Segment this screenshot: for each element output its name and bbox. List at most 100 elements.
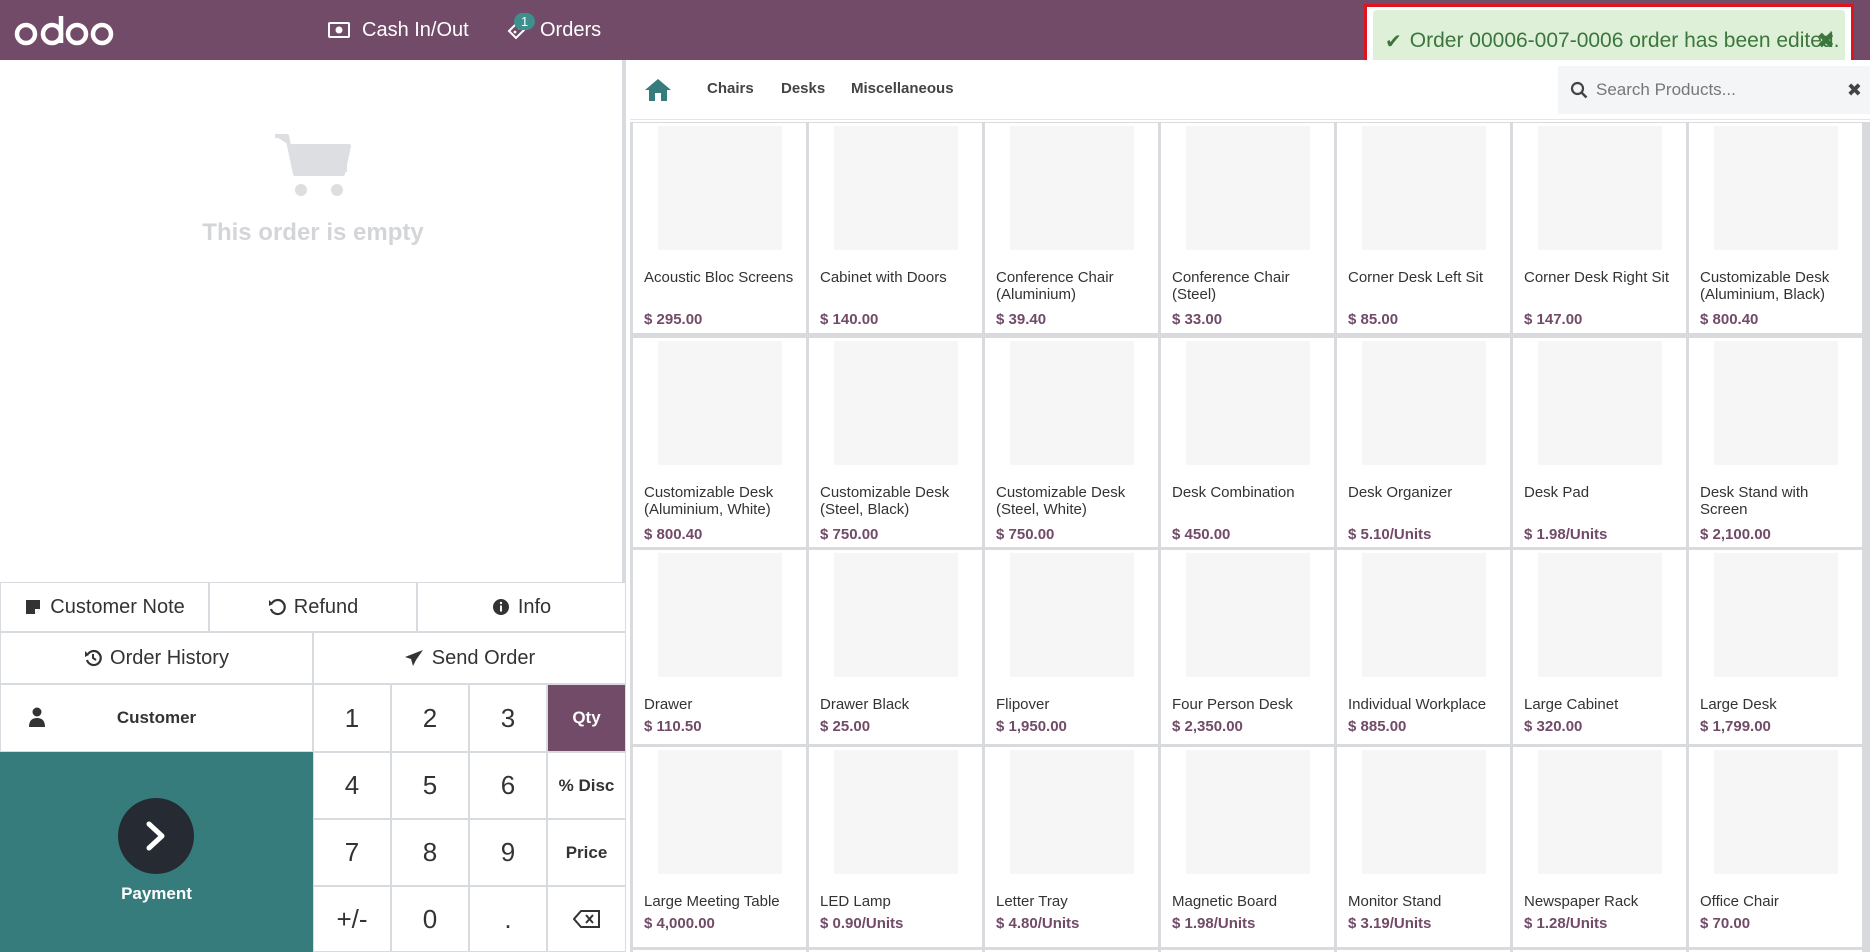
numpad-backspace[interactable] (547, 886, 626, 952)
product-card[interactable]: Four Person Desk $ 2,350.00 (1161, 550, 1334, 744)
paper-plane-icon (404, 650, 423, 666)
product-image (1714, 126, 1838, 250)
numpad-key-9[interactable]: 9 (469, 819, 547, 886)
product-image (1362, 341, 1486, 465)
product-card[interactable]: Acoustic Bloc Screens $ 295.00 (633, 123, 806, 333)
product-card[interactable]: Conference Chair (Steel) $ 33.00 (1161, 123, 1334, 333)
numpad-key-5[interactable]: 5 (391, 752, 469, 819)
product-price: $ 25.00 (820, 718, 871, 735)
product-image (834, 553, 958, 677)
numpad-disc-mode[interactable]: % Disc (547, 752, 626, 819)
order-history-button[interactable]: Order History (0, 632, 313, 684)
numpad-key-4[interactable]: 4 (313, 752, 391, 819)
check-icon: ✔ (1385, 30, 1402, 53)
numpad-key-2[interactable]: 2 (391, 684, 469, 752)
product-card[interactable]: Desk Combination $ 450.00 (1161, 338, 1334, 547)
product-image (658, 553, 782, 677)
product-price: $ 1,950.00 (996, 718, 1067, 735)
clear-search-icon[interactable]: ✖ (1847, 80, 1862, 101)
numpad-key-1[interactable]: 1 (313, 684, 391, 752)
note-icon (26, 600, 41, 614)
product-card[interactable]: Office Chair $ 70.00 (1689, 747, 1862, 947)
product-price: $ 295.00 (644, 311, 703, 328)
product-card[interactable]: Customizable Desk (Steel, White) $ 750.00 (985, 338, 1158, 547)
history-icon (85, 649, 102, 667)
product-card[interactable]: LED Lamp $ 0.90/Units (809, 747, 982, 947)
product-price: $ 2,350.00 (1172, 718, 1243, 735)
product-image (1010, 126, 1134, 250)
product-card[interactable]: Drawer $ 110.50 (633, 550, 806, 744)
product-price: $ 5.10/Units (1348, 526, 1432, 543)
undo-icon (268, 598, 286, 616)
cash-in-out-label: Cash In/Out (362, 18, 469, 41)
category-chairs[interactable]: Chairs (707, 80, 754, 97)
product-card[interactable]: Customizable Desk (Steel, Black) $ 750.00 (809, 338, 982, 547)
product-card[interactable]: Large Meeting Table $ 4,000.00 (633, 747, 806, 947)
product-card[interactable]: Flipover $ 1,950.00 (985, 550, 1158, 744)
product-name: Drawer Black (820, 696, 910, 713)
customer-note-button[interactable]: Customer Note (0, 582, 209, 632)
numpad-key-7[interactable]: 7 (313, 819, 391, 886)
close-icon[interactable]: ✖ (1817, 28, 1835, 54)
numpad-key-0[interactable]: 0 (391, 886, 469, 952)
money-icon (328, 22, 350, 38)
product-card[interactable]: Desk Organizer $ 5.10/Units (1337, 338, 1510, 547)
numpad-key-plus-minus[interactable]: +/- (313, 886, 391, 952)
product-card[interactable]: Customizable Desk (Aluminium, White) $ 80… (633, 338, 806, 547)
product-name: Desk Organizer (1348, 484, 1453, 501)
cash-in-out-button[interactable]: Cash In/Out (328, 0, 469, 60)
product-name: Four Person Desk (1172, 696, 1293, 713)
product-name: Office Chair (1700, 893, 1779, 910)
product-card[interactable]: Newspaper Rack $ 1.28/Units (1513, 747, 1686, 947)
product-card[interactable]: Conference Chair (Aluminium) $ 39.40 (985, 123, 1158, 333)
product-card[interactable]: Desk Pad $ 1.98/Units (1513, 338, 1686, 547)
product-card[interactable]: Monitor Stand $ 3.19/Units (1337, 747, 1510, 947)
customer-button[interactable]: Customer (0, 684, 313, 752)
product-card[interactable]: Desk Stand with Screen $ 2,100.00 (1689, 338, 1862, 547)
product-price: $ 39.40 (996, 311, 1047, 328)
product-price: $ 147.00 (1524, 311, 1583, 328)
product-image (658, 341, 782, 465)
product-card[interactable]: Individual Workplace $ 885.00 (1337, 550, 1510, 744)
info-button[interactable]: Info (417, 582, 626, 632)
numpad-key-8[interactable]: 8 (391, 819, 469, 886)
product-card[interactable]: Magnetic Board $ 1.98/Units (1161, 747, 1334, 947)
payment-circle (118, 798, 194, 874)
product-name: Large Desk (1700, 696, 1777, 713)
product-card[interactable]: Large Desk $ 1,799.00 (1689, 550, 1862, 744)
product-name: Flipover (996, 696, 1050, 713)
product-card[interactable]: Corner Desk Right Sit $ 147.00 (1513, 123, 1686, 333)
product-card[interactable]: Letter Tray $ 4.80/Units (985, 747, 1158, 947)
product-image (1362, 126, 1486, 250)
payment-button[interactable]: Payment (0, 752, 313, 952)
product-card[interactable]: Drawer Black $ 25.00 (809, 550, 982, 744)
product-name: Customizable Desk (Aluminium, White) (644, 484, 774, 518)
product-price: $ 750.00 (820, 526, 879, 543)
refund-button[interactable]: Refund (209, 582, 417, 632)
send-order-button[interactable]: Send Order (313, 632, 626, 684)
product-name: Individual Workplace (1348, 696, 1487, 713)
product-price: $ 1,799.00 (1700, 718, 1771, 735)
numpad-key-6[interactable]: 6 (469, 752, 547, 819)
category-desks[interactable]: Desks (781, 80, 825, 97)
product-name: Cabinet with Doors (820, 269, 947, 286)
product-card[interactable]: Customizable Desk (Aluminium, Black) $ 80… (1689, 123, 1862, 333)
control-buttons-row-1: Customer Note Refund Info (0, 582, 626, 632)
orders-button[interactable]: Orders (506, 0, 601, 60)
numpad-key-dot[interactable]: . (469, 886, 547, 952)
product-name: Magnetic Board (1172, 893, 1278, 910)
product-image (1186, 750, 1310, 874)
product-name: Letter Tray (996, 893, 1068, 910)
category-miscellaneous[interactable]: Miscellaneous (851, 80, 954, 97)
empty-order-text: This order is empty (202, 219, 424, 246)
home-icon[interactable] (644, 78, 672, 102)
product-card[interactable]: Cabinet with Doors $ 140.00 (809, 123, 982, 333)
product-image (1538, 126, 1662, 250)
numpad-qty-mode[interactable]: Qty (547, 684, 626, 752)
chevron-right-icon (146, 821, 165, 851)
product-card[interactable]: Corner Desk Left Sit $ 85.00 (1337, 123, 1510, 333)
product-card[interactable]: Large Cabinet $ 320.00 (1513, 550, 1686, 744)
search-input[interactable] (1596, 80, 1816, 100)
numpad-price-mode[interactable]: Price (547, 819, 626, 886)
numpad-key-3[interactable]: 3 (469, 684, 547, 752)
